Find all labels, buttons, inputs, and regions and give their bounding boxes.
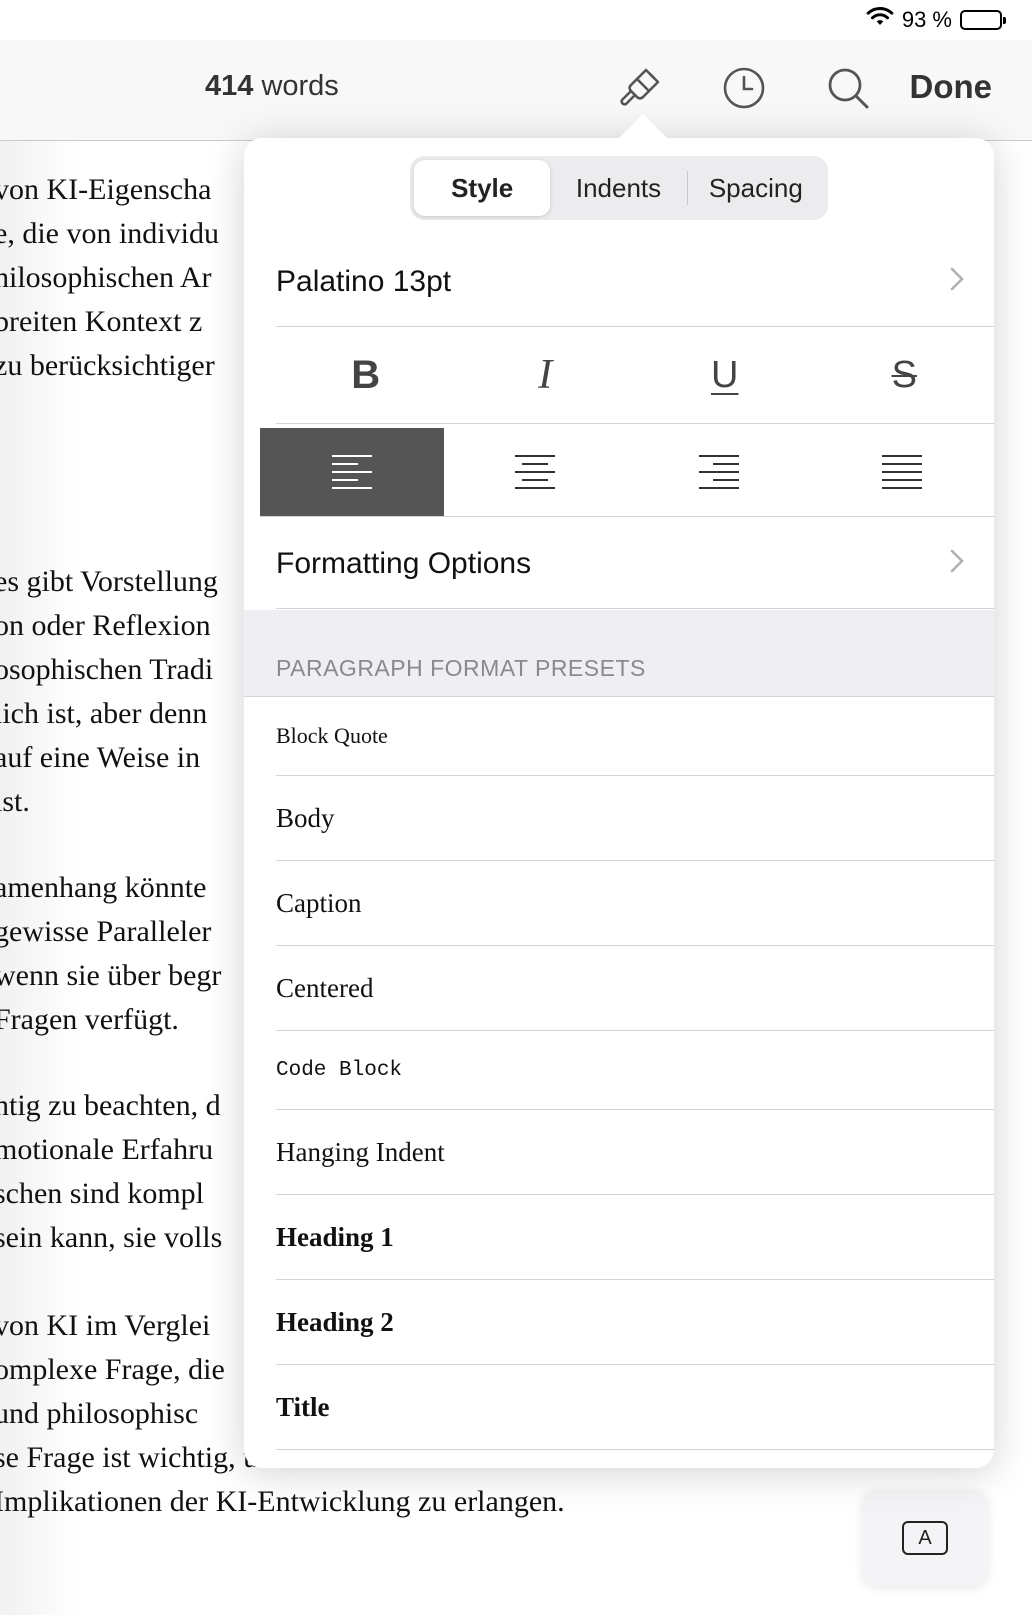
align-justify-icon bbox=[882, 455, 923, 489]
doc-line: lich ist, aber denn bbox=[0, 697, 208, 730]
doc-line: on oder Reflexion bbox=[0, 609, 211, 642]
preset-heading-2[interactable]: Heading 2 bbox=[276, 1280, 994, 1365]
preset-heading-1[interactable]: Heading 1 bbox=[276, 1195, 994, 1280]
doc-line: Fragen verfügt. bbox=[0, 1003, 179, 1036]
align-left-icon bbox=[331, 455, 372, 489]
keyboard-key-label: A bbox=[918, 1526, 932, 1549]
tab-indents[interactable]: Indents bbox=[550, 160, 686, 216]
doc-line: von KI-Eigenscha bbox=[0, 173, 212, 206]
presets-section-header: PARAGRAPH FORMAT PRESETS bbox=[244, 610, 994, 697]
doc-line: breiten Kontext z bbox=[0, 305, 203, 338]
preset-body[interactable]: Body bbox=[276, 776, 994, 861]
doc-line: omplexe Frage, die bbox=[0, 1353, 225, 1386]
wifi-icon bbox=[866, 6, 894, 34]
doc-line: zu berücksichtiger bbox=[0, 349, 215, 382]
font-label: Palatino 13pt bbox=[276, 265, 452, 298]
word-count-unit: words bbox=[261, 70, 339, 102]
doc-line: wenn sie über begr bbox=[0, 959, 222, 992]
popover-arrow bbox=[619, 114, 667, 138]
keyboard-icon: A bbox=[902, 1521, 948, 1555]
align-center-button[interactable] bbox=[444, 428, 628, 516]
done-button[interactable]: Done bbox=[910, 68, 993, 106]
keyboard-toggle-button[interactable]: A bbox=[862, 1490, 988, 1586]
align-center-icon bbox=[515, 455, 556, 489]
preset-hanging-indent[interactable]: Hanging Indent bbox=[276, 1110, 994, 1195]
doc-line: und philosophisc bbox=[0, 1397, 199, 1430]
alignment-row bbox=[260, 428, 994, 517]
clock-icon[interactable] bbox=[720, 64, 768, 112]
doc-line: es gibt Vorstellung bbox=[0, 565, 218, 598]
doc-line: schen sind kompl bbox=[0, 1177, 204, 1210]
doc-line: ntig zu beachten, d bbox=[0, 1089, 221, 1122]
text-format-row: B I U S bbox=[276, 327, 994, 424]
word-count-number: 414 bbox=[205, 70, 254, 102]
status-bar: 93 % bbox=[866, 0, 1006, 40]
app-screen: von KI-Eigenscha e, die von individu hil… bbox=[0, 0, 1032, 1615]
segmented-control: Style Indents Spacing bbox=[410, 156, 828, 220]
doc-line: von KI im Verglei bbox=[0, 1309, 211, 1342]
font-row[interactable]: Palatino 13pt bbox=[276, 238, 994, 327]
align-left-button[interactable] bbox=[260, 428, 444, 516]
align-right-button[interactable] bbox=[627, 428, 811, 516]
doc-line: gewisse Paralleler bbox=[0, 915, 212, 948]
doc-line: e, die von individu bbox=[0, 217, 219, 250]
brush-icon[interactable] bbox=[616, 64, 664, 112]
align-right-icon bbox=[698, 455, 739, 489]
preset-caption[interactable]: Caption bbox=[276, 861, 994, 946]
search-icon[interactable] bbox=[824, 64, 872, 112]
preset-code-block[interactable]: Code Block bbox=[276, 1031, 994, 1110]
style-popover: Style Indents Spacing Palatino 13pt B I … bbox=[244, 138, 994, 1468]
presets-title: PARAGRAPH FORMAT PRESETS bbox=[276, 655, 646, 681]
doc-line: Implikationen der KI-Entwicklung zu erla… bbox=[0, 1485, 565, 1518]
battery-icon bbox=[960, 10, 1006, 30]
chevron-right-icon bbox=[950, 265, 964, 299]
formatting-options-row[interactable]: Formatting Options bbox=[276, 520, 994, 609]
doc-line: motionale Erfahru bbox=[0, 1133, 214, 1166]
doc-line: auf eine Weise in bbox=[0, 741, 201, 774]
doc-line: ist. bbox=[0, 785, 30, 818]
doc-line: hilosophischen Ar bbox=[0, 261, 212, 294]
top-toolbar: 414 words Done bbox=[0, 40, 1032, 141]
chevron-right-icon bbox=[950, 547, 964, 581]
italic-button[interactable]: I bbox=[456, 327, 636, 423]
word-count[interactable]: 414 words bbox=[205, 70, 339, 103]
underline-button[interactable]: U bbox=[635, 327, 815, 423]
doc-line: osophischen Tradi bbox=[0, 653, 214, 686]
preset-title[interactable]: Title bbox=[276, 1365, 994, 1450]
strikethrough-button[interactable]: S bbox=[815, 327, 995, 423]
bold-button[interactable]: B bbox=[276, 327, 456, 423]
doc-line: sein kann, sie volls bbox=[0, 1221, 223, 1254]
formatting-options-label: Formatting Options bbox=[276, 547, 532, 580]
preset-block-quote[interactable]: Block Quote bbox=[276, 697, 994, 776]
tab-spacing[interactable]: Spacing bbox=[688, 160, 824, 216]
battery-percent: 93 % bbox=[901, 7, 952, 32]
align-justify-button[interactable] bbox=[811, 428, 995, 516]
tab-style[interactable]: Style bbox=[414, 160, 551, 216]
preset-centered[interactable]: Centered bbox=[276, 946, 994, 1031]
doc-line: amenhang könnte bbox=[0, 871, 207, 904]
